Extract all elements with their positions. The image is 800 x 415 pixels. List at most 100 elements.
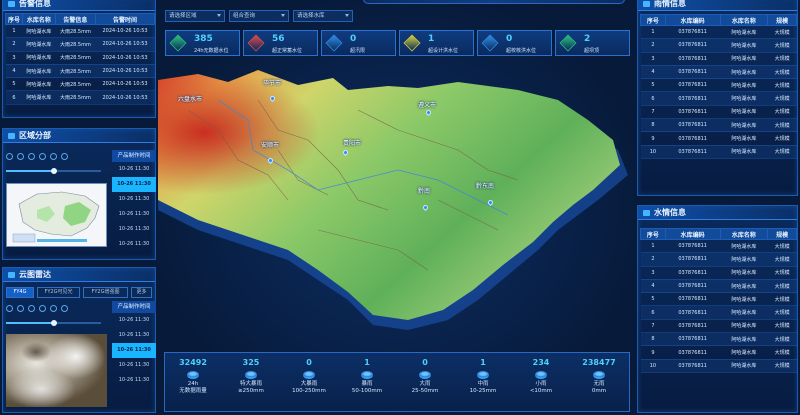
city-label[interactable]: 六盘水市: [178, 94, 202, 103]
cloud-tab[interactable]: FY4G: [6, 287, 34, 298]
table-cell: 大雨28.5mm: [55, 51, 96, 65]
region-slider-knob[interactable]: [50, 168, 57, 174]
zoom-icon[interactable]: [61, 305, 68, 312]
next-frame-icon[interactable]: [39, 153, 46, 160]
warning-row[interactable]: 5 阿哈湖水库 大雨28.5mm 2024-10-26 10:53: [5, 77, 155, 92]
warning-row[interactable]: 2 阿哈湖水库 大雨28.5mm 2024-10-26 10:53: [5, 37, 155, 52]
cloud-tab[interactable]: FY2G可见光: [37, 287, 80, 298]
rainfall-category[interactable]: 1 中雨 10-25mm: [454, 358, 512, 410]
water-info-title: 水情信息: [638, 206, 797, 220]
table-cell: 阿哈湖水库: [720, 279, 768, 294]
combo-query-select[interactable]: 组合查询: [229, 10, 289, 22]
water-info-row[interactable]: 9 037876811 阿哈湖水库 大规模: [640, 345, 797, 360]
first-frame-icon[interactable]: [6, 153, 13, 160]
rain-info-row[interactable]: 6 037876811 阿哈湖水库 大规模: [640, 91, 797, 106]
warning-row[interactable]: 3 阿哈湖水库 大雨28.5mm 2024-10-26 10:53: [5, 51, 155, 65]
table-cell: 3: [640, 52, 666, 66]
time-list-item[interactable]: 10-26 11:30: [112, 343, 156, 358]
rainfall-category[interactable]: 0 大暴雨 100-250mm: [280, 358, 338, 410]
table-cell: 大规模: [767, 239, 797, 254]
water-info-row[interactable]: 6 037876811 阿哈湖水库 大规模: [640, 305, 797, 320]
rainfall-category[interactable]: 32492 24h 无数据雨量: [164, 358, 222, 410]
rain-gauge-icon: [187, 371, 199, 379]
rain-info-row[interactable]: 3 037876811 阿哈湖水库 大规模: [640, 52, 797, 66]
play-icon[interactable]: [28, 153, 35, 160]
city-label[interactable]: 黔南: [418, 186, 430, 195]
stat-card[interactable]: 385 24h无数据水位: [165, 30, 240, 56]
zoom-icon[interactable]: [61, 153, 68, 160]
rainfall-category[interactable]: 1 暴雨 50-100mm: [338, 358, 396, 410]
warning-row[interactable]: 1 阿哈湖水库 大雨28.5mm 2024-10-26 10:53: [5, 24, 155, 39]
cloud-slider-knob[interactable]: [50, 320, 57, 326]
time-list-item[interactable]: 10-26 11:30: [112, 328, 156, 343]
region-select[interactable]: 请选择区域: [165, 10, 225, 22]
stat-card[interactable]: 2 超坝顶: [555, 30, 630, 56]
water-info-row[interactable]: 1 037876811 阿哈湖水库 大规模: [640, 239, 797, 254]
time-list-item[interactable]: 10-26 11:30: [112, 192, 156, 207]
water-info-row[interactable]: 10 037876811 阿哈湖水库 大规模: [640, 359, 797, 373]
table-cell: 大规模: [767, 52, 797, 66]
next-frame-icon[interactable]: [39, 305, 46, 312]
warning-row[interactable]: 6 阿哈湖水库 大雨28.5mm 2024-10-26 10:53: [5, 90, 155, 105]
stat-card[interactable]: 0 超汛限: [321, 30, 396, 56]
time-list-item[interactable]: 10-26 11:30: [112, 222, 156, 237]
stat-card[interactable]: 1 超设计洪水位: [399, 30, 474, 56]
rainfall-category[interactable]: 325 特大暴雨 ≥250mm: [222, 358, 280, 410]
last-frame-icon[interactable]: [50, 305, 57, 312]
stat-card[interactable]: 56 超正常蓄水位: [243, 30, 318, 56]
water-info-row[interactable]: 5 037876811 阿哈湖水库 大规模: [640, 292, 797, 307]
cloud-tab[interactable]: 更多: [131, 287, 152, 298]
time-list-item[interactable]: 10-26 11:30: [112, 313, 156, 328]
time-list-item[interactable]: 10-26 11:30: [112, 373, 156, 388]
prev-frame-icon[interactable]: [17, 153, 24, 160]
table-cell: 阿哈湖水库: [22, 51, 56, 65]
last-frame-icon[interactable]: [50, 153, 57, 160]
table-cell: 大雨28.5mm: [55, 77, 96, 92]
time-list-item[interactable]: 10-26 11:30: [112, 207, 156, 222]
cloud-tab[interactable]: FY2G增强图: [83, 287, 128, 298]
rainfall-label: 特大暴雨: [239, 381, 262, 387]
rainfall-category[interactable]: 0 大雨 25-50mm: [396, 358, 454, 410]
water-info-row[interactable]: 4 037876811 阿哈湖水库 大规模: [640, 279, 797, 294]
table-cell: 2: [5, 37, 23, 52]
table-cell: 大规模: [767, 332, 797, 347]
rainfall-category[interactable]: 234 小雨 <10mm: [512, 358, 570, 410]
warning-row[interactable]: 4 阿哈湖水库 大雨28.5mm 2024-10-26 10:53: [5, 64, 155, 79]
table-cell: 大规模: [767, 145, 797, 159]
city-label[interactable]: 贵阳市: [343, 138, 361, 147]
rain-info-row[interactable]: 5 037876811 阿哈湖水库 大规模: [640, 78, 797, 93]
terrain-map[interactable]: 毕节市六盘水市遵义市安顺市 贵阳市黔南 黔东南 请选择区域 组合查询 请选择水库 3…: [158, 0, 636, 415]
time-list-item[interactable]: 10-26 11:30: [112, 162, 156, 177]
play-icon[interactable]: [28, 305, 35, 312]
table-cell: 037876811: [665, 105, 721, 120]
cloud-slider[interactable]: [6, 320, 101, 326]
reservoir-select[interactable]: 请选择水库: [293, 10, 353, 22]
rain-info-row[interactable]: 9 037876811 阿哈湖水库 大规模: [640, 131, 797, 146]
table-cell: 大规模: [767, 105, 797, 120]
rain-info-row[interactable]: 8 037876811 阿哈湖水库 大规模: [640, 118, 797, 133]
rain-info-row[interactable]: 2 037876811 阿哈湖水库 大规模: [640, 38, 797, 53]
city-label[interactable]: 遵义市: [418, 100, 436, 109]
city-label[interactable]: 安顺市: [261, 140, 279, 149]
rain-info-row[interactable]: 4 037876811 阿哈湖水库 大规模: [640, 65, 797, 80]
warning-panel-title: 告警信息: [3, 0, 155, 11]
water-info-row[interactable]: 2 037876811 阿哈湖水库 大规模: [640, 252, 797, 267]
rain-info-row[interactable]: 10 037876811 阿哈湖水库 大规模: [640, 145, 797, 159]
prev-frame-icon[interactable]: [17, 305, 24, 312]
first-frame-icon[interactable]: [6, 305, 13, 312]
water-info-row[interactable]: 3 037876811 阿哈湖水库 大规模: [640, 266, 797, 280]
rain-info-row[interactable]: 1 037876811 阿哈湖水库 大规模: [640, 25, 797, 40]
city-label[interactable]: 黔东南: [476, 181, 494, 190]
time-list-item[interactable]: 10-26 11:30: [112, 177, 156, 192]
time-list-item[interactable]: 10-26 11:30: [112, 358, 156, 373]
rainfall-category[interactable]: 238477 无雨 0mm: [570, 358, 628, 410]
region-slider[interactable]: [6, 168, 101, 174]
satellite-cloud-image[interactable]: [6, 334, 107, 407]
region-map-thumbnail[interactable]: [6, 183, 107, 247]
stat-card[interactable]: 0 超校核洪水位: [477, 30, 552, 56]
rain-info-row[interactable]: 7 037876811 阿哈湖水库 大规模: [640, 105, 797, 120]
water-info-row[interactable]: 7 037876811 阿哈湖水库 大规模: [640, 319, 797, 334]
water-info-row[interactable]: 8 037876811 阿哈湖水库 大规模: [640, 332, 797, 347]
city-label[interactable]: 毕节市: [263, 78, 281, 87]
time-list-item[interactable]: 10-26 11:30: [112, 237, 156, 252]
